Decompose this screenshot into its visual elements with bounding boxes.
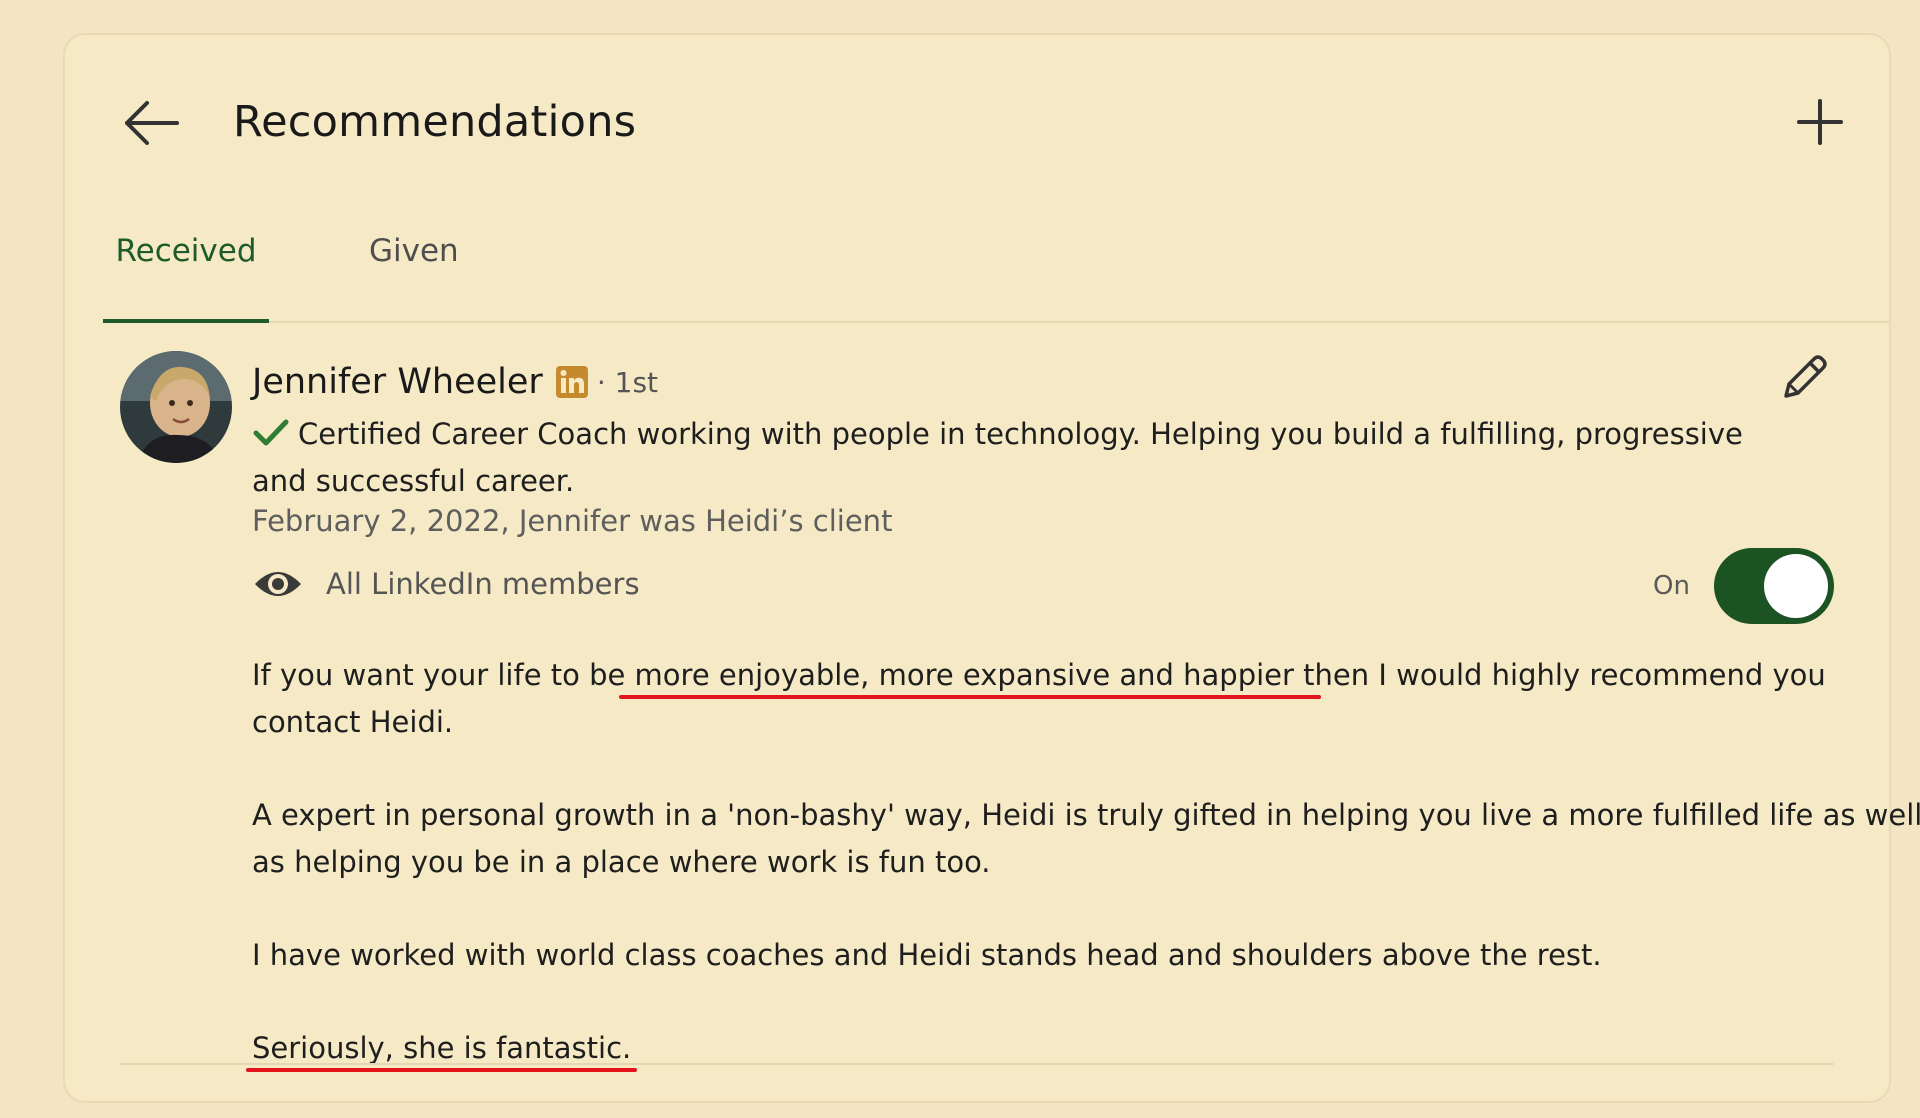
author-line: Jennifer Wheeler · 1st: [252, 362, 658, 402]
recommendations-card: Recommendations Received Given Jennifer …: [63, 33, 1920, 1103]
relationship-text: February 2, 2022, Jennifer was Heidi’s c…: [252, 504, 893, 538]
toggle-label: On: [1653, 571, 1690, 601]
recommendation-text: If you want your life to be more enjoyab…: [252, 652, 1920, 1118]
visibility-row: All LinkedIn members: [252, 564, 640, 604]
linkedin-icon: [555, 365, 589, 399]
arrow-left-icon: [125, 101, 179, 145]
visibility-toggle[interactable]: [1714, 548, 1834, 624]
tab-received[interactable]: Received: [103, 233, 269, 323]
avatar[interactable]: [120, 351, 232, 463]
checkmark-icon: [252, 415, 290, 446]
author-headline: Certified Career Coach working with peop…: [252, 411, 1772, 505]
header: Recommendations: [65, 35, 1889, 215]
visibility-label: All LinkedIn members: [326, 567, 640, 601]
paragraph-1: If you want your life to be more enjoyab…: [252, 658, 1826, 739]
toggle-knob: [1764, 554, 1828, 618]
connection-degree: · 1st: [596, 365, 659, 399]
paragraph-2: A expert in personal growth in a 'non-ba…: [252, 798, 1920, 879]
author-name[interactable]: Jennifer Wheeler: [252, 362, 543, 402]
headline-text: Certified Career Coach working with peop…: [252, 417, 1743, 498]
edit-button[interactable]: [1776, 350, 1832, 406]
tab-bar: Received Given: [103, 205, 1889, 323]
back-button[interactable]: [117, 93, 187, 153]
divider: [120, 1063, 1834, 1065]
pencil-icon: [1784, 355, 1827, 398]
tab-given[interactable]: Given: [369, 233, 459, 269]
paragraph-3: I have worked with world class coaches a…: [252, 938, 1602, 972]
underlined-highlight-1: more enjoyable, more expansive and happi…: [625, 658, 1315, 692]
eye-icon: [255, 572, 301, 596]
plus-icon: [1797, 99, 1843, 145]
underlined-highlight-2: Seriously, she is fantastic.: [252, 1031, 632, 1065]
add-recommendation-button[interactable]: [1789, 91, 1851, 153]
page-title: Recommendations: [233, 97, 637, 147]
visibility-toggle-group: On: [1653, 548, 1834, 624]
